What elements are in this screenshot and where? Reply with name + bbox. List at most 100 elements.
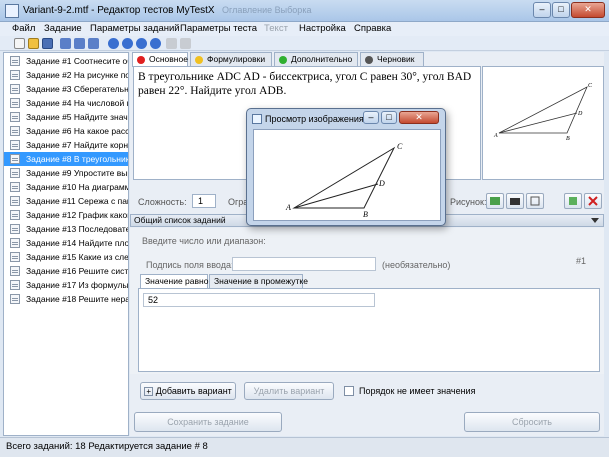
complexity-spinner[interactable]: 1 bbox=[192, 194, 216, 208]
menu-test-params[interactable]: Параметры теста bbox=[180, 23, 257, 34]
task-label: Задание #6 На какое расст bbox=[26, 126, 129, 136]
dialog-title: Просмотр изображения ... bbox=[265, 114, 374, 124]
task-icon bbox=[10, 154, 20, 164]
task-list-item[interactable]: Задание #13 Последовате bbox=[4, 222, 128, 236]
task-list-item[interactable]: Задание #10 На диаграмме bbox=[4, 180, 128, 194]
reset-button[interactable]: Сбросить bbox=[464, 412, 600, 432]
triangle-thumbnail: A C D B bbox=[493, 83, 593, 142]
dialog-maximize-button[interactable]: □ bbox=[381, 111, 397, 124]
figure-thumbnail[interactable]: A C D B bbox=[482, 66, 604, 180]
task-list-item[interactable]: Задание #8 В треугольник bbox=[4, 152, 128, 166]
answer-hint: Введите число или диапазон: bbox=[142, 236, 266, 246]
close-button[interactable]: ✕ bbox=[571, 2, 605, 18]
task-list-item[interactable]: Задание #12 График какой bbox=[4, 208, 129, 222]
task-icon bbox=[10, 238, 20, 248]
add-variant-button[interactable]: + Добавить вариант bbox=[140, 382, 236, 400]
task-list-item[interactable]: Задание #1 Соотнесите об bbox=[4, 54, 128, 68]
load-image-button[interactable] bbox=[486, 193, 504, 209]
tab-wordings[interactable]: Формулировки bbox=[190, 52, 272, 66]
task-icon bbox=[10, 84, 20, 94]
task-list-item[interactable]: Задание #6 На какое расст bbox=[4, 124, 129, 138]
task-icon bbox=[10, 168, 20, 178]
dialog-close-button[interactable]: ✕ bbox=[399, 111, 439, 124]
save-task-button[interactable]: Сохранить задание bbox=[134, 412, 282, 432]
task-list-item[interactable]: Задание #4 На числовой п bbox=[4, 96, 128, 110]
camera-button[interactable] bbox=[506, 193, 524, 209]
task-icon bbox=[10, 252, 20, 262]
task-icon bbox=[10, 294, 20, 304]
value-panel: 52 bbox=[138, 288, 600, 372]
task-list-item[interactable]: Задание #16 Решите систе bbox=[4, 264, 129, 278]
menu-task[interactable]: Задание bbox=[44, 23, 82, 34]
add-task-icon[interactable] bbox=[60, 38, 71, 49]
yellow-dot-icon bbox=[195, 56, 203, 64]
copy-image-button[interactable] bbox=[526, 193, 544, 209]
picture-label: Рисунок: bbox=[450, 197, 487, 207]
menu-help[interactable]: Справка bbox=[354, 23, 391, 34]
new-file-icon[interactable] bbox=[14, 38, 25, 49]
task-icon bbox=[10, 126, 20, 136]
task-list-item[interactable]: Задание #14 Найдите плоц bbox=[4, 236, 129, 250]
status-text: Всего заданий: 18 Редактируется задание … bbox=[6, 441, 208, 452]
task-list-item[interactable]: Задание #18 Решите нерав bbox=[4, 292, 128, 306]
tab-value-range[interactable]: Значение в промежутке bbox=[209, 274, 308, 288]
task-icon bbox=[10, 70, 20, 80]
toolbar bbox=[0, 36, 609, 51]
save-icon[interactable] bbox=[42, 38, 53, 49]
task-list-item[interactable]: Задание #9 Упростите выр bbox=[4, 166, 128, 180]
up-arrow-icon[interactable] bbox=[122, 38, 133, 49]
label-d: D bbox=[378, 179, 385, 188]
image-icon bbox=[252, 114, 262, 124]
task-list-item[interactable]: Задание #7 Найдите корни bbox=[4, 138, 128, 152]
plus-icon: + bbox=[144, 387, 154, 397]
task-icon bbox=[10, 266, 20, 276]
thumb-label-c: C bbox=[588, 83, 593, 89]
menu-task-params[interactable]: Параметры заданий bbox=[90, 23, 180, 34]
tab-draft[interactable]: Черновик bbox=[360, 52, 424, 66]
insert-task-icon[interactable] bbox=[74, 38, 85, 49]
maximize-button[interactable]: □ bbox=[552, 2, 570, 18]
delete-image-button[interactable] bbox=[584, 193, 602, 209]
down-arrow-icon[interactable] bbox=[136, 38, 147, 49]
first-arrow-icon[interactable] bbox=[108, 38, 119, 49]
thumb-label-a: A bbox=[493, 133, 498, 139]
answer-value-input[interactable]: 52 bbox=[143, 293, 375, 307]
caption-input[interactable] bbox=[232, 257, 376, 271]
title-bar: Variant-9-2.mtf - Редактор тестов MyTest… bbox=[0, 0, 609, 22]
task-list-item[interactable]: Задание #5 Найдите значе bbox=[4, 110, 128, 124]
export-button[interactable] bbox=[564, 193, 582, 209]
faded-title-tabs: Оглавление Выборка bbox=[222, 5, 312, 15]
menu-text[interactable]: Текст bbox=[264, 23, 288, 34]
paste-icon[interactable] bbox=[180, 38, 191, 49]
menu-settings[interactable]: Настройка bbox=[299, 23, 346, 34]
optional-note: (необязательно) bbox=[382, 260, 451, 270]
thumb-label-b: B bbox=[566, 136, 570, 142]
last-arrow-icon[interactable] bbox=[150, 38, 161, 49]
task-label: Задание #16 Решите систе bbox=[26, 266, 129, 276]
task-list-item[interactable]: Задание #11 Сережа с пап bbox=[4, 194, 129, 208]
order-checkbox[interactable] bbox=[344, 386, 354, 396]
tab-additional[interactable]: Дополнительно bbox=[274, 52, 358, 66]
task-label: Задание #14 Найдите плоц bbox=[26, 238, 129, 248]
task-label: Задание #12 График какой bbox=[26, 210, 129, 220]
copy-icon[interactable] bbox=[166, 38, 177, 49]
task-icon bbox=[10, 56, 20, 66]
copy-task-icon[interactable] bbox=[88, 38, 99, 49]
open-folder-icon[interactable] bbox=[28, 38, 39, 49]
image-preview-dialog: Просмотр изображения ... – □ ✕ A C D B bbox=[246, 108, 446, 226]
minimize-button[interactable]: – bbox=[533, 2, 551, 18]
task-list-item[interactable]: Задание #2 На рисунке пок bbox=[4, 68, 128, 82]
task-label: Задание #11 Сережа с пап bbox=[26, 196, 129, 206]
dialog-image-area: A C D B bbox=[253, 129, 441, 221]
tab-value-equal[interactable]: Значение равно bbox=[140, 274, 208, 289]
delete-variant-button[interactable]: Удалить вариант bbox=[244, 382, 334, 400]
tab-main[interactable]: Основное bbox=[132, 52, 188, 67]
menu-file[interactable]: Файл bbox=[12, 23, 35, 34]
task-list-item[interactable]: Задание #17 Из формулы bbox=[4, 278, 128, 292]
task-icon bbox=[10, 280, 20, 290]
task-list-item[interactable]: Задание #15 Какие из след bbox=[4, 250, 128, 264]
label-b: B bbox=[363, 210, 368, 219]
task-list-item[interactable]: Задание #3 Сберегательн bbox=[4, 82, 128, 96]
gray-dot-icon bbox=[365, 56, 373, 64]
dialog-minimize-button[interactable]: – bbox=[363, 111, 379, 124]
